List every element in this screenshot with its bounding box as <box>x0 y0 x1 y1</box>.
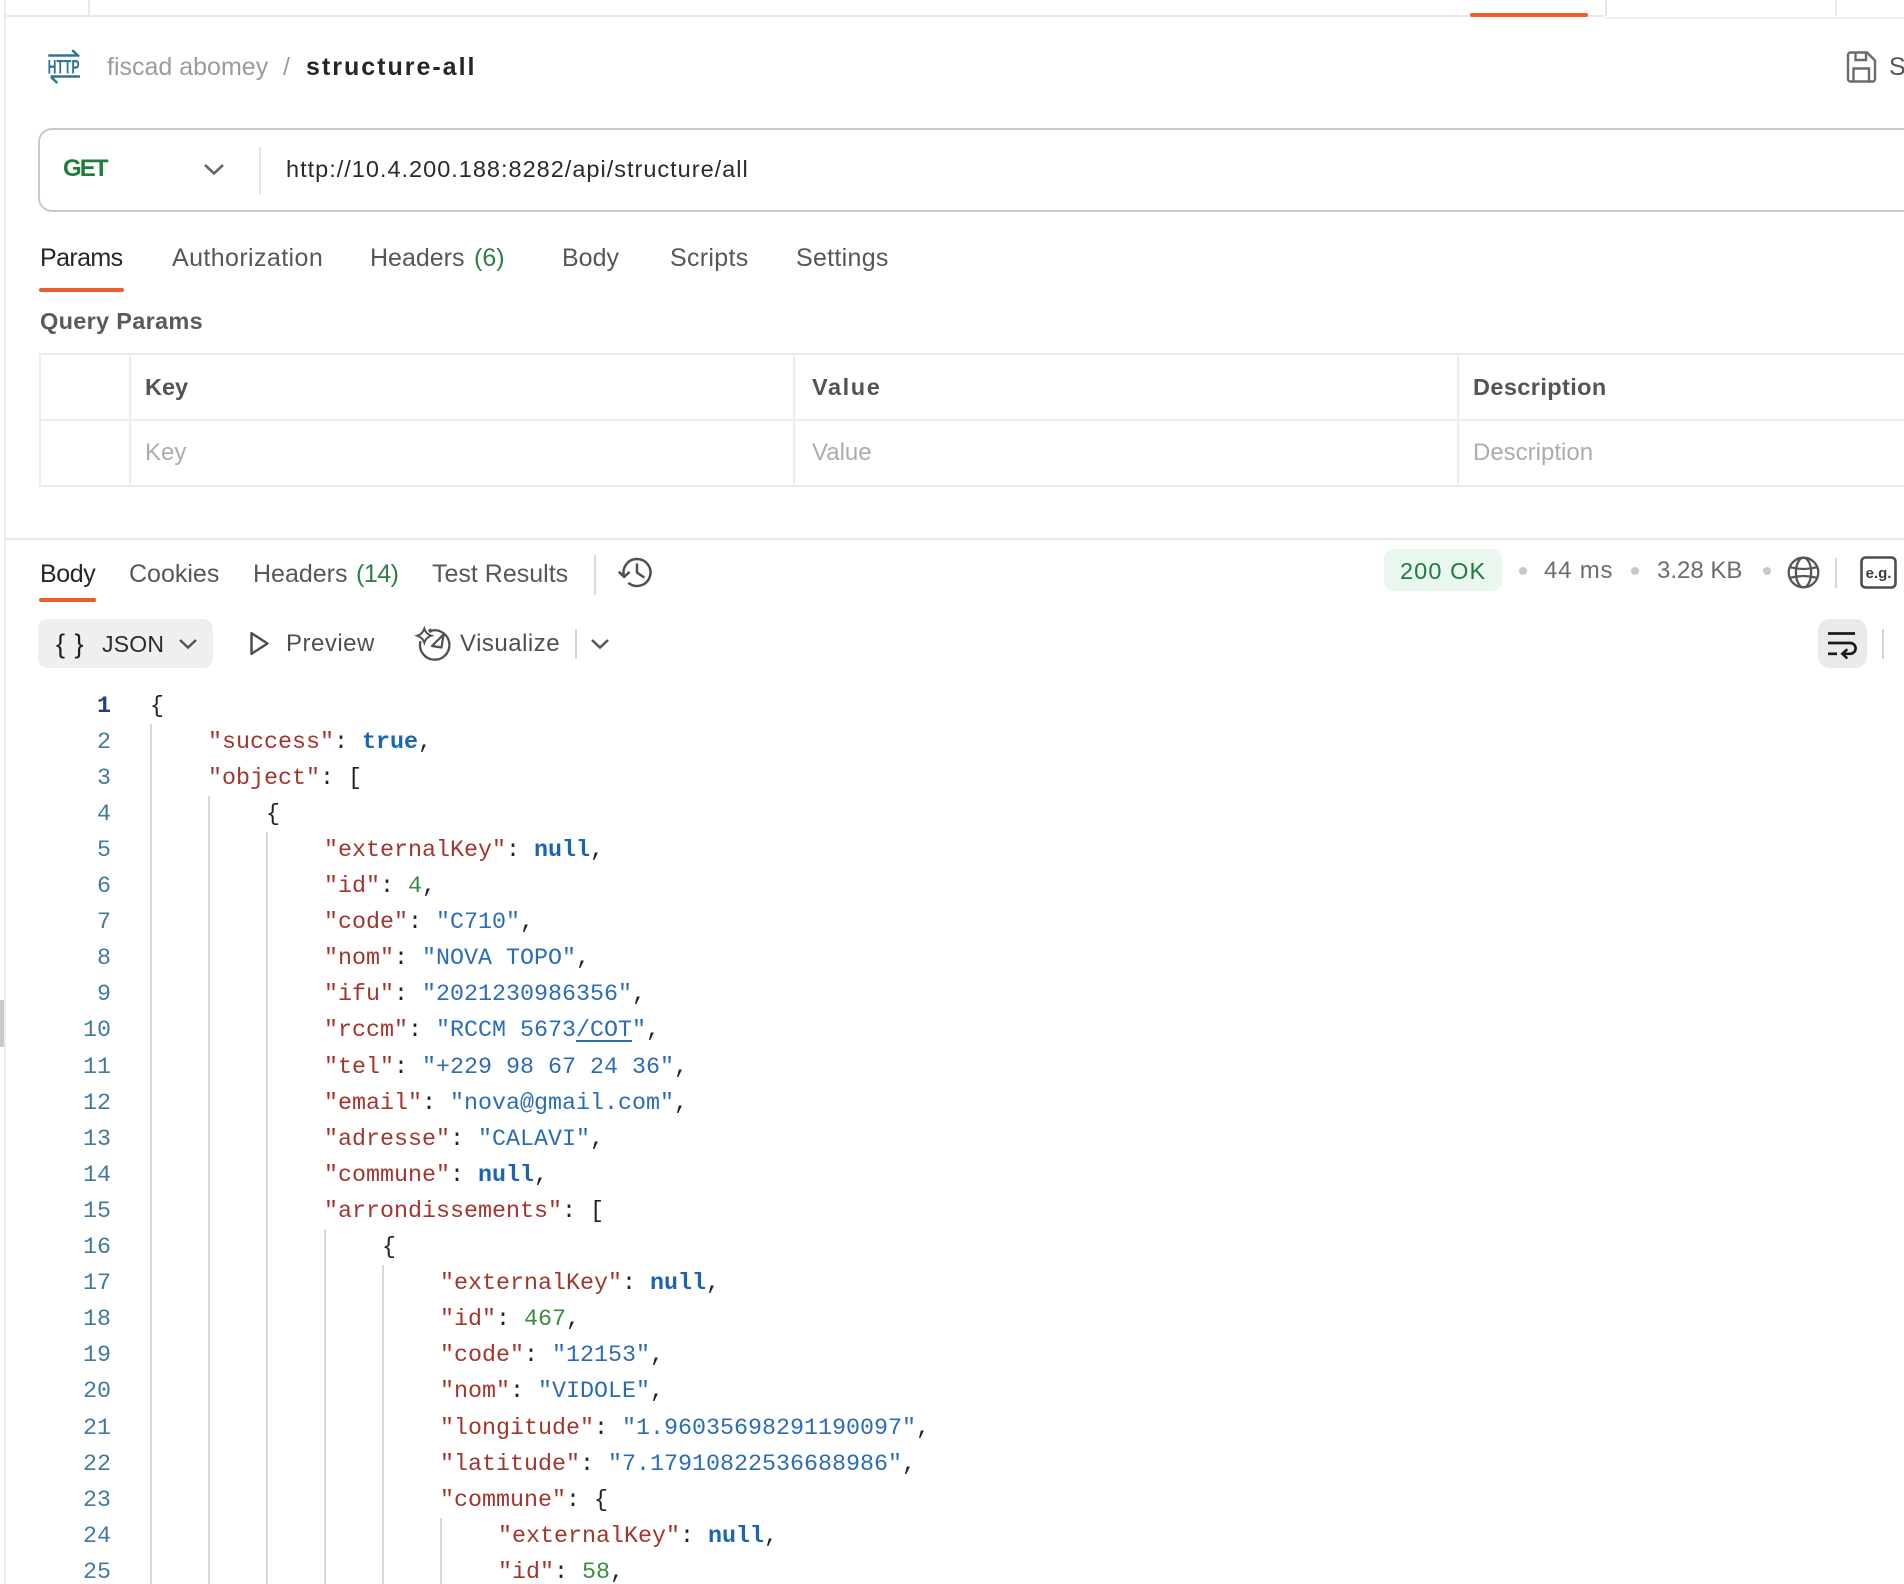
svg-text:e.g.: e.g. <box>1866 565 1892 582</box>
svg-text:HTTP: HTTP <box>48 57 80 79</box>
